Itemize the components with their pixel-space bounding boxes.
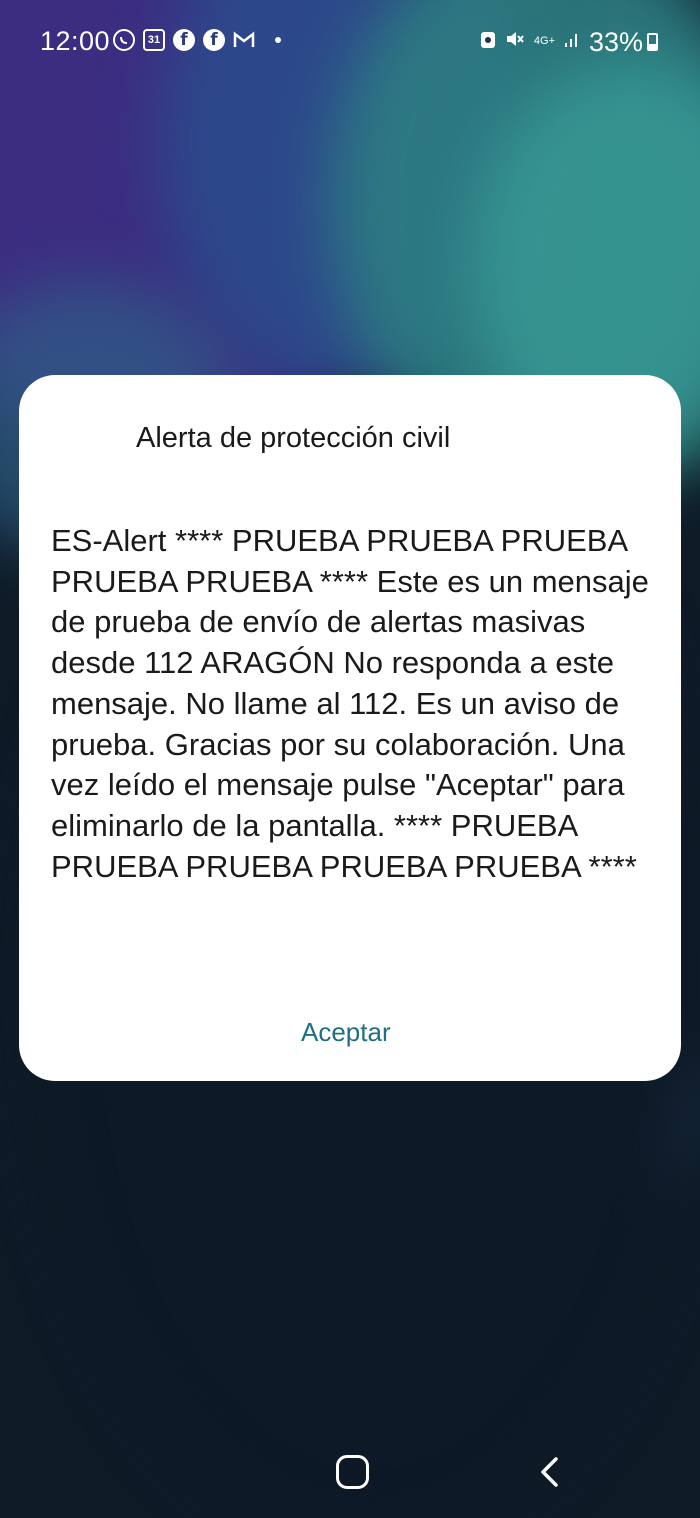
back-icon[interactable] <box>538 1456 560 1488</box>
status-bar: 12:00 31 f f 4G+ 33% <box>0 0 700 84</box>
sync-icon <box>480 29 496 53</box>
dialog-title: Alerta de protección civil <box>136 422 451 454</box>
system-icons: 4G+ <box>480 29 580 53</box>
battery-percent: 33% <box>588 27 643 57</box>
network-type-icon: 4G+ <box>533 35 555 47</box>
facebook-icon: f <box>203 29 225 51</box>
battery-icon <box>647 33 658 51</box>
facebook-icon: f <box>173 29 195 51</box>
dot-icon <box>275 37 281 43</box>
signal-icon <box>564 30 580 52</box>
notification-icons: 31 f f <box>113 29 281 51</box>
alert-dialog: Alerta de protección civil ES-Alert ****… <box>19 375 681 1081</box>
status-time: 12:00 <box>40 26 111 56</box>
mute-icon <box>505 29 525 53</box>
calendar-icon: 31 <box>143 29 165 51</box>
accept-button[interactable]: Aceptar <box>301 1017 391 1048</box>
whatsapp-icon <box>113 29 135 51</box>
gmail-icon <box>233 29 255 51</box>
alert-message: ES-Alert **** PRUEBA PRUEBA PRUEBA PRUEB… <box>51 523 649 884</box>
home-icon[interactable] <box>336 1455 369 1489</box>
